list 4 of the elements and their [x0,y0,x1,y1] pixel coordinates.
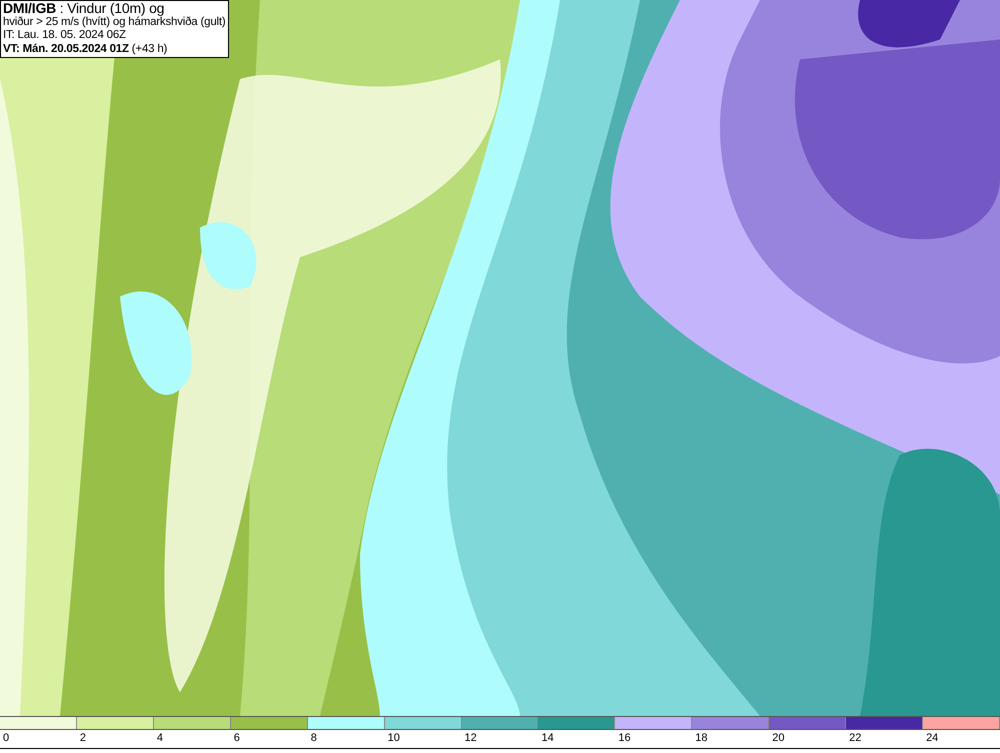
title-line: hviður > 25 m/s (hvítt) og hámarkshviða (gult) [3,16,226,29]
title-line: VT: Mán. 20.05.2024 01Z (+43 h) [3,42,168,56]
title-line: IT: Lau. 18. 05. 2024 06Z [3,29,127,42]
title-line: DMI/IGB : Vindur (10m) og [3,2,166,16]
